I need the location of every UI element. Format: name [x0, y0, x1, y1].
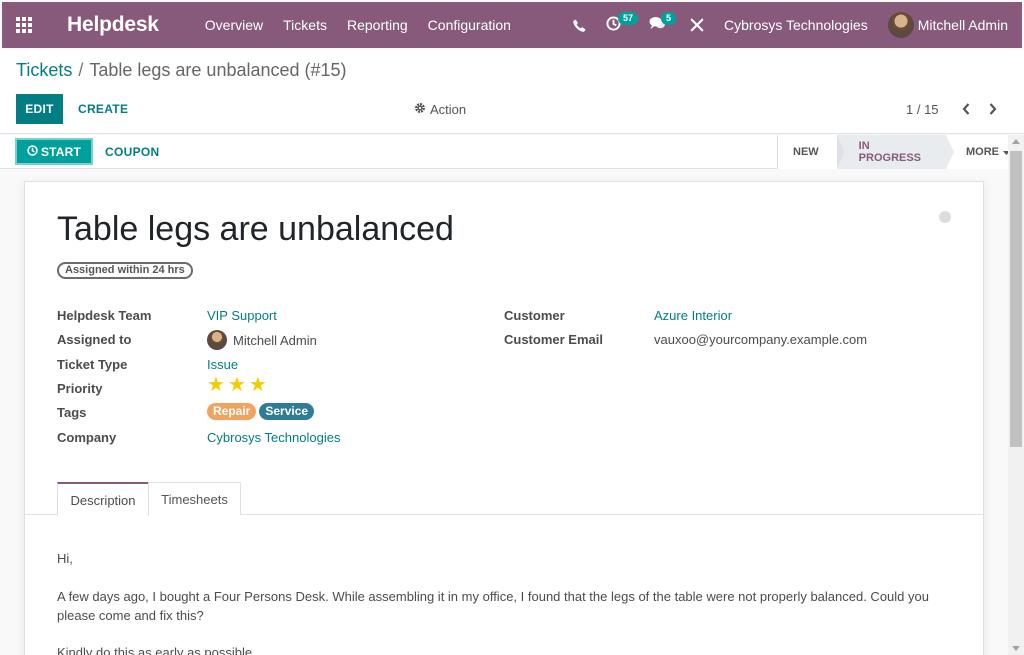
customer-email-value[interactable]: vauxoo@yourcompany.example.com [654, 332, 867, 347]
messaging-menu[interactable]: 5 [639, 2, 677, 48]
pager-next-icon[interactable] [983, 94, 1003, 124]
tab-timesheets[interactable]: Timesheets [148, 482, 241, 515]
description-greeting: Hi, [57, 551, 73, 566]
scroll-down-icon[interactable] [1012, 646, 1020, 651]
main-menu: Overview Tickets Reporting Configuration [195, 2, 521, 48]
create-button[interactable]: CREATE [76, 94, 130, 124]
assigned-value[interactable]: Mitchell Admin [207, 330, 317, 350]
pager-previous-icon[interactable] [956, 94, 976, 124]
tag-service[interactable]: Service [259, 403, 315, 420]
company-label: Company [57, 430, 117, 445]
description-closing: Kindly do this as early as possible. [57, 645, 256, 655]
menu-reporting[interactable]: Reporting [337, 2, 418, 48]
assigned-label: Assigned to [57, 332, 132, 347]
control-panel: Tickets / Table legs are unbalanced (#15) … [0, 50, 1024, 134]
form-sheet: Table legs are unbalanced Assigned withi… [24, 181, 984, 655]
page-scrollbar[interactable] [1008, 135, 1024, 655]
tools-icon[interactable] [680, 2, 714, 48]
scrollbar-thumb[interactable] [1010, 151, 1022, 447]
tag-repair[interactable]: Repair [207, 403, 257, 420]
avatar [887, 12, 914, 38]
company-switcher[interactable]: Cybrosys Technologies [714, 2, 878, 48]
activity-menu[interactable]: 57 [596, 2, 639, 48]
top-navbar: Helpdesk Overview Tickets Reporting Conf… [2, 2, 1022, 48]
tab-description[interactable]: Description [57, 482, 149, 516]
ticket-title[interactable]: Table legs are unbalanced [57, 210, 454, 249]
star-icon[interactable]: ★ [207, 375, 225, 395]
breadcrumb-separator: / [78, 60, 84, 80]
notebook-tabs: Description Timesheets [25, 482, 983, 516]
message-count-badge: 5 [661, 12, 677, 25]
team-label: Helpdesk Team [57, 308, 152, 323]
action-menu[interactable]: Action [414, 94, 466, 124]
clock-icon [27, 144, 38, 159]
star-icon[interactable]: ★ [249, 375, 267, 395]
company-value[interactable]: Cybrosys Technologies [207, 430, 340, 445]
scroll-up-icon[interactable] [1012, 139, 1020, 144]
start-label: START [40, 144, 82, 159]
apps-grid-icon[interactable] [2, 2, 46, 48]
user-name: Mitchell Admin [917, 17, 1008, 33]
stage-in-progress[interactable]: IN PROGRESS [836, 135, 955, 169]
coupon-button[interactable]: COUPON [105, 138, 159, 165]
tags-value[interactable]: Repair Service [207, 403, 317, 420]
customer-label: Customer [504, 308, 565, 323]
ticket-type-value[interactable]: Issue [207, 357, 238, 372]
form-area: Table legs are unbalanced Assigned withi… [0, 170, 1008, 655]
edit-button[interactable]: EDIT [16, 94, 63, 124]
menu-configuration[interactable]: Configuration [418, 2, 521, 48]
gear-icon [414, 102, 426, 117]
ticket-type-label: Ticket Type [57, 357, 128, 372]
priority-stars[interactable]: ★ ★ ★ [207, 375, 270, 395]
menu-tickets[interactable]: Tickets [273, 2, 337, 48]
star-icon[interactable]: ★ [228, 375, 246, 395]
breadcrumb-tickets-link[interactable]: Tickets [16, 60, 72, 80]
avatar [207, 330, 227, 350]
sla-badge: Assigned within 24 hrs [57, 262, 193, 279]
priority-label: Priority [57, 381, 103, 396]
user-menu[interactable]: Mitchell Admin [878, 2, 1022, 48]
breadcrumb: Tickets / Table legs are unbalanced (#15) [16, 60, 347, 81]
menu-overview[interactable]: Overview [195, 2, 273, 48]
kanban-state-indicator[interactable] [939, 211, 951, 223]
action-label: Action [430, 101, 467, 117]
team-value[interactable]: VIP Support [207, 308, 277, 323]
customer-value[interactable]: Azure Interior [654, 308, 732, 323]
customer-email-label: Customer Email [504, 332, 603, 347]
systray: 57 5 Cybrosys Technologies Mitchell Admi… [563, 2, 1022, 48]
status-bar: START COUPON NEW IN PROGRESS MORE [0, 135, 1024, 169]
assigned-name: Mitchell Admin [233, 332, 317, 348]
tags-label: Tags [57, 405, 87, 420]
breadcrumb-current: Table legs are unbalanced (#15) [89, 60, 347, 80]
pager-value[interactable]: 1 / 15 [906, 94, 939, 124]
app-brand[interactable]: Helpdesk [67, 13, 159, 37]
stage-more-label: MORE [966, 146, 999, 158]
phone-icon[interactable] [563, 2, 596, 48]
stage-selector: NEW IN PROGRESS MORE [777, 135, 1024, 169]
stage-new[interactable]: NEW [778, 135, 845, 169]
activity-count-badge: 57 [618, 12, 639, 25]
start-button[interactable]: START [15, 138, 93, 165]
description-paragraph: A few days ago, I bought a Four Persons … [57, 589, 929, 623]
